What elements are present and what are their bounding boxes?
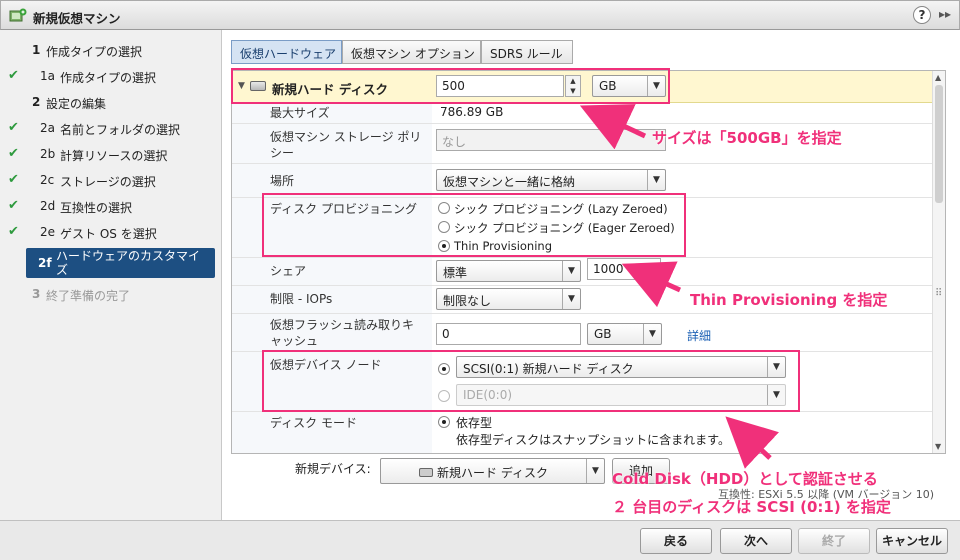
highlight-provisioning (262, 193, 686, 257)
annotation-thin: Thin Provisioning を指定 (690, 291, 888, 309)
selected-value: 新規ハード ディスク (437, 466, 548, 480)
selected-value: 標準 (443, 266, 468, 280)
divider (232, 313, 932, 314)
highlight-size (231, 68, 670, 104)
back-button[interactable]: 戻る (640, 528, 712, 554)
shares-value-input[interactable]: 1000 (587, 258, 661, 280)
flash-cache-unit-select[interactable]: GB ▼ (587, 323, 662, 345)
flash-cache-input[interactable]: 0 (436, 323, 581, 345)
vertical-scrollbar[interactable]: ▲ ▼ (932, 71, 945, 453)
disk-mode-note: 依存型ディスクはスナップショットに含まれます。 (456, 433, 730, 447)
chevron-down-icon: ▼ (643, 324, 661, 344)
step-2a[interactable]: ✔ 2a 名前とフォルダの選択 (0, 118, 222, 140)
step-number: 3 (32, 287, 41, 301)
iops-select[interactable]: 制限なし ▼ (436, 288, 581, 310)
step-3: 3 終了準備の完了 (0, 284, 222, 306)
new-device-label: 新規デバイス: (295, 462, 371, 476)
disk-mode-label: ディスク モード (270, 416, 357, 430)
step-label: ゲスト OS を選択 (60, 227, 157, 241)
divider (232, 257, 932, 258)
step-label: ハードウェアのカスタマイズ (56, 249, 201, 277)
wizard-steps: 1 作成タイプの選択 ✔ 1a 作成タイプの選択 2 設定の編集 ✔ 2a 名前… (0, 30, 222, 520)
step-number: 2f (38, 256, 52, 270)
tab-virtual-hardware[interactable]: 仮想ハードウェア (231, 40, 342, 64)
divider (232, 285, 932, 286)
step-number: 2 (32, 95, 41, 109)
location-label: 場所 (270, 174, 295, 188)
finish-button: 終了 (798, 528, 870, 554)
scroll-thumb[interactable] (935, 85, 943, 203)
window-titlebar: 新規仮想マシン ? ▸▸ (0, 0, 960, 30)
step-2d[interactable]: ✔ 2d 互換性の選択 (0, 196, 222, 218)
selected-value: 制限なし (443, 294, 492, 308)
annotation-scsi: ２ 台目のディスクは SCSI (0:1) を指定 (612, 498, 891, 516)
next-button[interactable]: 次へ (720, 528, 792, 554)
hard-disk-icon (419, 468, 433, 477)
check-icon: ✔ (8, 120, 19, 135)
step-label: 設定の編集 (46, 97, 107, 111)
step-label: 作成タイプの選択 (60, 71, 157, 85)
check-icon: ✔ (8, 68, 19, 83)
check-icon: ✔ (8, 172, 19, 187)
cancel-button[interactable]: キャンセル (876, 528, 948, 554)
help-icon[interactable]: ? (913, 6, 931, 24)
wizard-button-bar: 戻る 次へ 終了 キャンセル (0, 520, 960, 560)
step-label: 互換性の選択 (60, 201, 133, 215)
storage-policy-label: 仮想マシン ストレージ ポリシー (270, 130, 422, 160)
selected-value: 仮想マシンと一緒に格納 (443, 175, 576, 189)
window-title: 新規仮想マシン (33, 11, 121, 26)
scroll-down-icon[interactable]: ▼ (935, 442, 941, 451)
radio-dependent[interactable] (438, 416, 450, 428)
check-icon: ✔ (8, 198, 19, 213)
scroll-up-icon[interactable]: ▲ (935, 73, 941, 82)
step-label: 計算リソースの選択 (60, 149, 168, 163)
step-2[interactable]: 2 設定の編集 (0, 92, 222, 114)
details-link[interactable]: 詳細 (687, 327, 711, 344)
chevron-down-icon: ▼ (647, 170, 665, 190)
max-size-label: 最大サイズ (270, 106, 330, 120)
step-label: ストレージの選択 (60, 175, 156, 189)
selected-value: GB (594, 327, 612, 341)
tab-vm-options[interactable]: 仮想マシン オプション (342, 40, 481, 64)
flash-cache-label: 仮想フラッシュ読み取りキャッシュ (270, 318, 415, 348)
step-number: 2b (40, 147, 56, 161)
step-2e[interactable]: ✔ 2e ゲスト OS を選択 (0, 222, 222, 244)
shares-label: シェア (270, 264, 307, 278)
step-2b[interactable]: ✔ 2b 計算リソースの選択 (0, 144, 222, 166)
iops-label: 制限 - IOPs (270, 292, 333, 306)
new-vm-icon (9, 8, 27, 24)
max-size-value: 786.89 GB (440, 105, 504, 119)
step-1[interactable]: 1 作成タイプの選択 (0, 40, 222, 62)
step-label: 名前とフォルダの選択 (60, 123, 181, 137)
step-number: 2d (40, 199, 56, 213)
location-select[interactable]: 仮想マシンと一緒に格納 ▼ (436, 169, 666, 191)
tab-sdrs-rules[interactable]: SDRS ルール (481, 40, 573, 64)
step-number: 2e (40, 225, 56, 239)
step-number: 1a (40, 69, 55, 83)
annotation-size: サイズは「500GB」を指定 (652, 129, 842, 147)
step-number: 2a (40, 121, 55, 135)
disk-mode-option: 依存型 (456, 416, 493, 430)
highlight-device-node (262, 350, 800, 412)
storage-policy-field: なし (436, 129, 666, 151)
chevron-down-icon: ▼ (586, 459, 604, 483)
step-label: 作成タイプの選択 (46, 45, 143, 59)
chevron-down-icon: ▼ (562, 289, 580, 309)
step-number: 2c (40, 173, 55, 187)
divider (232, 123, 932, 124)
annotation-cold-disk: Cold Disk（HDD）として認証させる (612, 470, 878, 488)
chevron-down-icon: ▼ (562, 261, 580, 281)
shares-select[interactable]: 標準 ▼ (436, 260, 581, 282)
step-number: 1 (32, 43, 41, 57)
step-label: 終了準備の完了 (46, 289, 131, 303)
divider (232, 163, 932, 164)
new-device-select[interactable]: 新規ハード ディスク ▼ (380, 458, 605, 484)
step-1a[interactable]: ✔ 1a 作成タイプの選択 (0, 66, 222, 88)
expand-icon[interactable]: ▸▸ (939, 7, 951, 21)
step-2c[interactable]: ✔ 2c ストレージの選択 (0, 170, 222, 192)
check-icon: ✔ (8, 146, 19, 161)
resize-grip-icon[interactable]: ⠿ (935, 288, 942, 299)
check-icon: ✔ (8, 224, 19, 239)
step-2f[interactable]: 2f ハードウェアのカスタマイズ (26, 248, 215, 278)
